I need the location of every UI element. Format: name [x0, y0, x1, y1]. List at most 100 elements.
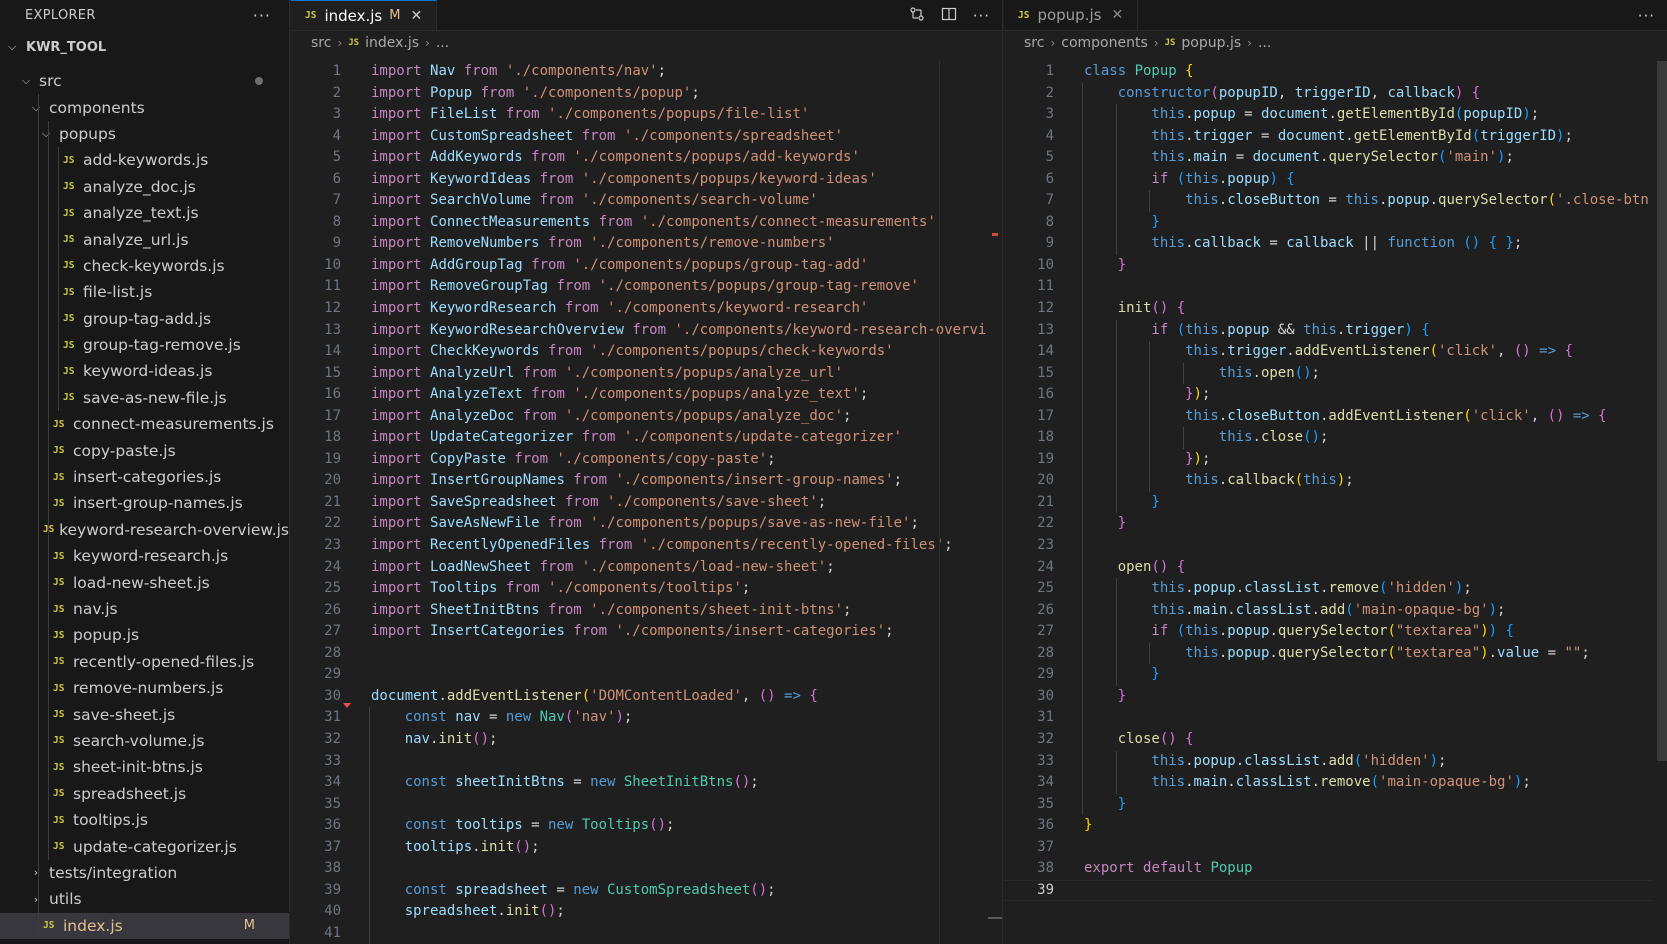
code-line[interactable]: 21}	[1004, 491, 1667, 514]
code-line[interactable]: 8 import ConnectMeasurements from './comp…	[291, 212, 1002, 234]
code-line[interactable]: 15 import AnalyzeUrl from './components/p…	[291, 363, 1002, 385]
code-line[interactable]: 16 import AnalyzeText from './components/…	[291, 384, 1002, 406]
code-line[interactable]: 39 const spreadsheet = new CustomSpreadsh…	[291, 879, 1002, 902]
code-line[interactable]: 25 this.popup.classList.remove('hidden');	[1004, 578, 1667, 600]
file-item[interactable]: JS copy-paste.js	[0, 437, 289, 464]
code-line[interactable]: 26 this.main.classList.add('main-opaque-b…	[1004, 599, 1667, 622]
breadcrumb-item[interactable]: ...	[436, 35, 449, 51]
file-item[interactable]: JS sheet-init-btns.js	[0, 754, 289, 781]
code-area-right[interactable]: 1 class Popup {2 constructor(popupID, trig…	[1004, 61, 1667, 944]
code-line[interactable]: 2 constructor(popupID, triggerID, callbac…	[1004, 82, 1667, 105]
code-line[interactable]: 40 spreadsheet.init();	[291, 901, 1002, 923]
tab-index-js[interactable]: JS index.js M ✕	[291, 0, 438, 30]
breadcrumb-item[interactable]: src	[311, 35, 331, 51]
file-item[interactable]: JS nav.js	[0, 595, 289, 623]
file-item[interactable]: JS spreadsheet.js	[0, 780, 289, 807]
code-line[interactable]: 10 import AddGroupTag from './components/…	[291, 255, 1002, 277]
code-line[interactable]: 7 this.closeButton = this.popup.querySele…	[1004, 190, 1667, 212]
split-editor-icon[interactable]	[941, 6, 957, 26]
code-line[interactable]: 4 this.trigger = document.getElementById(…	[1004, 125, 1667, 148]
file-item[interactable]: JS remove-numbers.js	[0, 674, 289, 702]
code-line[interactable]: 6 import KeywordIdeas from './components/…	[291, 169, 1002, 191]
code-line[interactable]: 11 import RemoveGroupTag from './componen…	[291, 276, 1002, 298]
breadcrumb-item[interactable]: ...	[1258, 35, 1271, 51]
code-line[interactable]: 27 import InsertCategories from './compon…	[291, 621, 1002, 643]
file-item[interactable]: JSkeyword-research-overview.js	[0, 516, 289, 544]
close-tab-icon[interactable]: ✕	[1111, 7, 1123, 23]
file-item[interactable]: JS group-tag-remove.js	[0, 331, 289, 359]
file-item[interactable]: JS analyze_url.js	[0, 226, 289, 253]
code-line[interactable]: 18 import UpdateCategorizer from './compo…	[291, 427, 1002, 449]
code-line[interactable]: 19 import CopyPaste from './components/co…	[291, 449, 1002, 471]
open-changes-icon[interactable]	[909, 6, 925, 26]
code-line[interactable]: 32 nav.init();	[291, 728, 1002, 751]
folder-item[interactable]: ⌵ src	[0, 68, 289, 94]
code-line[interactable]: 24 import LoadNewSheet from './components…	[291, 557, 1002, 579]
code-line[interactable]: 28 this.popup.querySelector("textarea").v…	[1004, 642, 1667, 665]
file-item[interactable]: JS save-as-new-file.js	[0, 384, 289, 412]
code-line[interactable]: 26 import SheetInitBtns from './component…	[291, 600, 1002, 622]
code-line[interactable]: 28	[291, 643, 1002, 665]
code-line[interactable]: 4 import CustomSpreadsheet from './compon…	[291, 126, 1002, 148]
code-line[interactable]: 27 if (this.popup.querySelector("textarea…	[1004, 621, 1667, 643]
file-item[interactable]: JS tooltips.js	[0, 806, 289, 834]
file-item[interactable]: JS file-list.js	[0, 279, 289, 306]
code-line[interactable]: 22}	[1004, 513, 1667, 536]
file-item[interactable]: JS save-sheet.js	[0, 701, 289, 728]
code-line[interactable]: 37	[1004, 837, 1667, 859]
code-line[interactable]: 22 import SaveAsNewFile from './component…	[291, 513, 1002, 535]
code-line[interactable]: 13 if (this.popup && this.trigger) {	[1004, 319, 1667, 342]
code-line[interactable]: 21 import SaveSpreadsheet from './compone…	[291, 492, 1002, 514]
explorer-more-actions-icon[interactable]: ···	[253, 6, 271, 25]
file-item[interactable]: JS popup.js	[0, 622, 289, 649]
code-line[interactable]: 16});	[1004, 384, 1667, 406]
file-item[interactable]: JS insert-group-names.js	[0, 490, 289, 517]
scrollbar-thumb[interactable]	[1657, 61, 1667, 761]
scrollbar-left[interactable]	[988, 61, 1002, 944]
code-line[interactable]: 31	[1004, 707, 1667, 729]
code-line[interactable]: 32 close() {	[1004, 728, 1667, 751]
code-line[interactable]: 7 import SearchVolume from './components/…	[291, 190, 1002, 212]
code-line[interactable]: 24 open() {	[1004, 556, 1667, 579]
code-line[interactable]: 34 this.main.classList.remove('main-opaqu…	[1004, 772, 1667, 794]
folder-item[interactable]: ⌵ components	[0, 94, 289, 121]
code-line[interactable]: 38	[291, 858, 1002, 880]
file-item[interactable]: JS load-new-sheet.js	[0, 569, 289, 596]
code-line[interactable]: 37 tooltips.init();	[291, 836, 1002, 859]
folder-item[interactable]: › tests/integration	[0, 859, 289, 887]
folder-item[interactable]: ⌵ popups	[0, 120, 289, 148]
code-line[interactable]: 31 const nav = new Nav('nav');	[291, 707, 1002, 729]
code-line[interactable]: 33	[291, 750, 1002, 773]
code-line[interactable]: 14 this.trigger.addEventListener('click',…	[1004, 341, 1667, 363]
code-line[interactable]: 29}	[1004, 664, 1667, 686]
workspace-root-folder[interactable]: ⌵ KWR_TOOL	[0, 32, 289, 62]
code-line[interactable]: 29	[291, 664, 1002, 686]
file-item[interactable]: JS analyze_doc.js	[0, 173, 289, 200]
code-line[interactable]: 12 import KeywordResearch from './compone…	[291, 298, 1002, 320]
more-actions-icon[interactable]: ···	[1638, 7, 1655, 25]
code-line[interactable]: 9 import RemoveNumbers from './components…	[291, 233, 1002, 255]
code-line[interactable]: 36 const tooltips = new Tooltips();	[291, 815, 1002, 837]
code-line[interactable]: 30}	[1004, 685, 1667, 708]
code-line[interactable]: 13 import KeywordResearchOverview from '.…	[291, 320, 1002, 342]
file-item[interactable]: JS update-categorizer.js	[0, 833, 289, 860]
code-line[interactable]: 39	[1004, 879, 1667, 902]
code-line[interactable]: 19});	[1004, 448, 1667, 471]
code-line[interactable]: 12 init() {	[1004, 298, 1667, 320]
code-line[interactable]: 9 this.callback = callback || function ()…	[1004, 233, 1667, 255]
code-line[interactable]: 3 import FileList from './components/popu…	[291, 104, 1002, 126]
file-item[interactable]: JS add-keywords.js	[0, 147, 289, 174]
close-tab-icon[interactable]: ✕	[410, 8, 422, 24]
code-line[interactable]: 25 import Tooltips from './components/too…	[291, 578, 1002, 600]
file-item[interactable]: JS group-tag-add.js	[0, 305, 289, 332]
file-item[interactable]: JS check-keywords.js	[0, 252, 289, 280]
file-item[interactable]: JS analyze_text.js	[0, 199, 289, 227]
more-actions-icon[interactable]: ···	[973, 7, 990, 25]
code-line[interactable]: 5 this.main = document.querySelector('mai…	[1004, 147, 1667, 169]
code-line[interactable]: 11	[1004, 276, 1667, 299]
code-line[interactable]: 41	[291, 922, 1002, 944]
code-line[interactable]: 17 import AnalyzeDoc from './components/p…	[291, 406, 1002, 428]
scrollbar-right[interactable]	[1653, 61, 1667, 944]
code-line[interactable]: 38 export default Popup	[1004, 858, 1667, 880]
code-line[interactable]: 35}	[1004, 793, 1667, 816]
